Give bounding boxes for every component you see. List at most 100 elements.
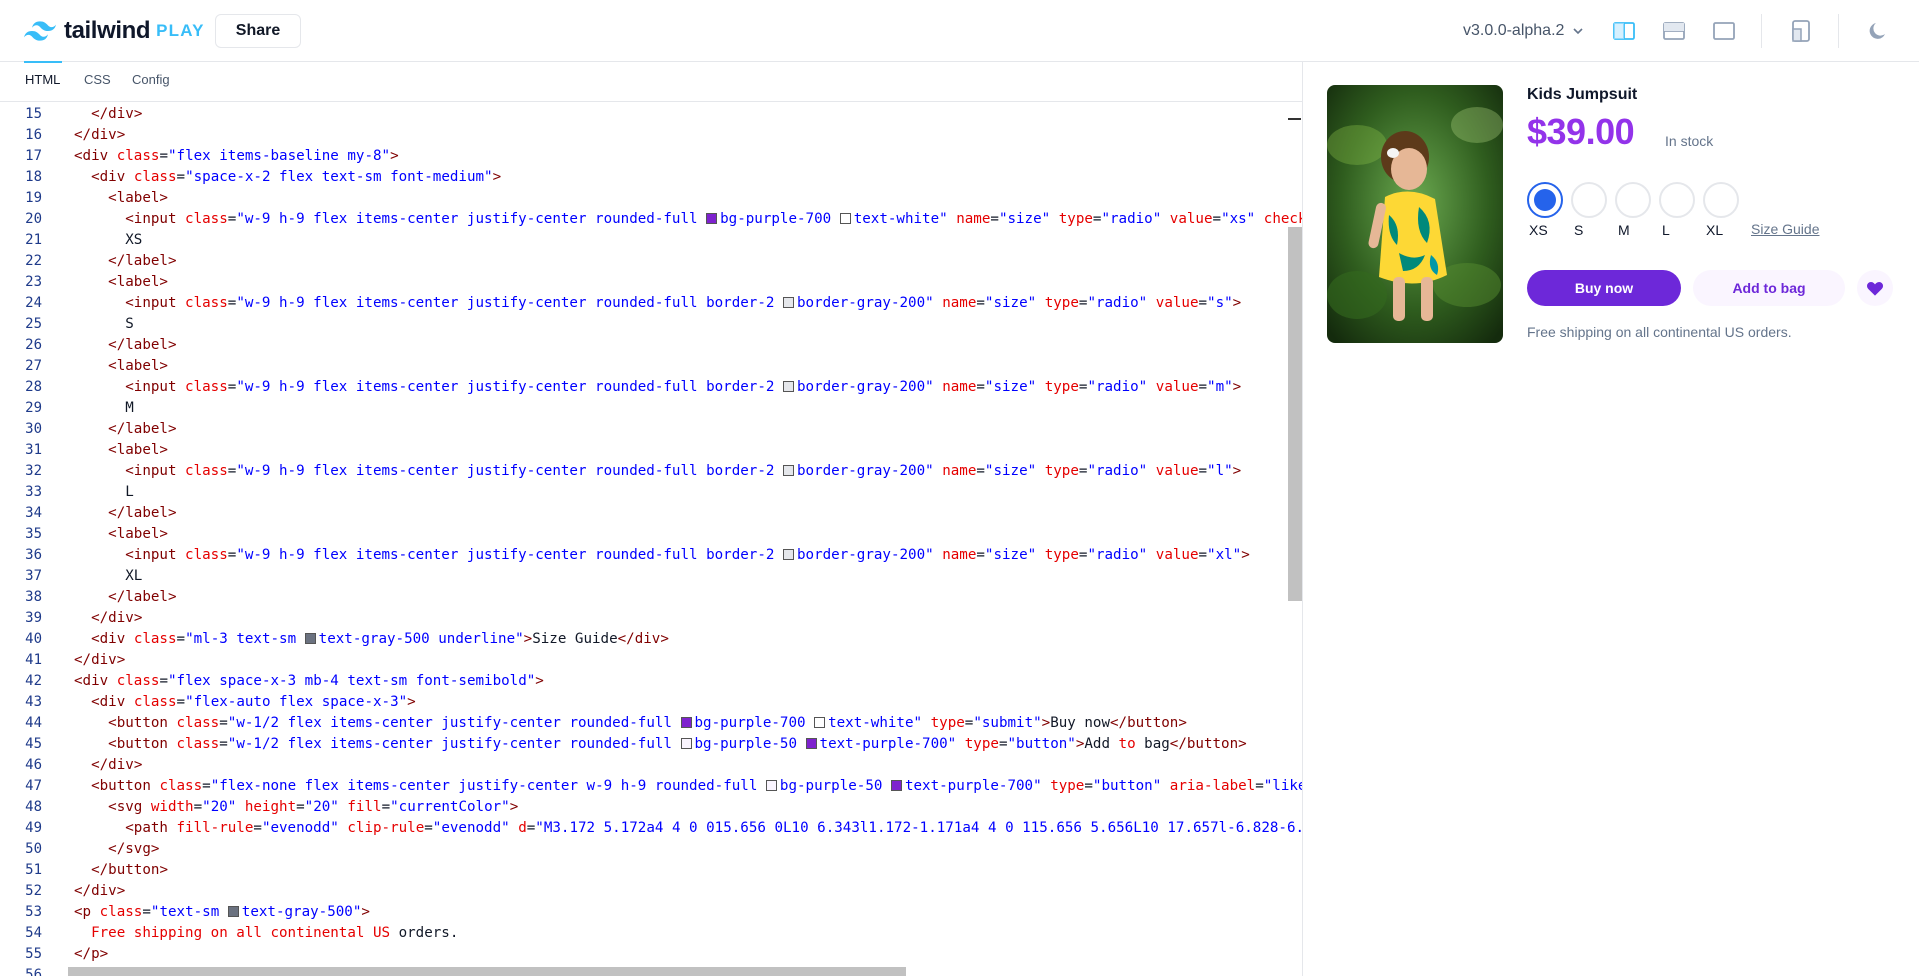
code-line[interactable]: </div> <box>74 104 142 125</box>
responsive-icon[interactable] <box>1788 18 1814 44</box>
code-line[interactable]: Free shipping on all continental US orde… <box>74 923 458 944</box>
code-line[interactable]: <button class="flex-none flex items-cent… <box>74 776 1302 797</box>
code-line[interactable]: <button class="w-1/2 flex items-center j… <box>74 713 1187 734</box>
code-line[interactable]: <input class="w-9 h-9 flex items-center … <box>74 461 1241 482</box>
code-line[interactable]: XL <box>74 566 142 587</box>
tailwind-play-logo[interactable]: tailwind PLAY <box>24 17 205 44</box>
line-number: 39 <box>25 610 42 626</box>
logo-play-badge: PLAY <box>156 21 205 40</box>
code-line[interactable]: </div> <box>74 755 142 776</box>
code-line[interactable]: </div> <box>74 650 125 671</box>
line-number: 26 <box>25 337 42 353</box>
like-button[interactable] <box>1857 270 1893 306</box>
code-line[interactable]: <input class="w-9 h-9 flex items-center … <box>74 545 1250 566</box>
split-vertical-icon[interactable] <box>1661 18 1687 44</box>
line-number: 20 <box>25 211 42 227</box>
chevron-down-icon <box>1573 28 1583 35</box>
line-number: 36 <box>25 547 42 563</box>
tab-config[interactable]: Config <box>132 62 170 102</box>
tab-css[interactable]: CSS <box>84 62 111 102</box>
line-number: 40 <box>25 631 42 647</box>
code-line[interactable]: S <box>74 314 134 335</box>
version-label: v3.0.0-alpha.2 <box>1463 22 1565 39</box>
code-line[interactable]: M <box>74 398 134 419</box>
code-line[interactable]: </div> <box>74 608 142 629</box>
shipping-note: Free shipping on all continental US orde… <box>1527 324 1792 340</box>
line-number: 38 <box>25 589 42 605</box>
tab-html[interactable]: HTML <box>25 62 60 102</box>
size-radio-l[interactable] <box>1659 182 1695 218</box>
code-line[interactable]: <p class="text-sm text-gray-500"> <box>74 902 370 923</box>
line-number: 41 <box>25 652 42 668</box>
line-number: 48 <box>25 799 42 815</box>
code-line[interactable]: </div> <box>74 881 125 902</box>
preview-pane: Kids Jumpsuit $39.00 In stock XS S M L X… <box>1303 62 1919 976</box>
size-radio-xs[interactable] <box>1527 182 1563 218</box>
code-line[interactable]: <div class="flex items-baseline my-8"> <box>74 146 399 167</box>
code-line[interactable]: </p> <box>74 944 108 965</box>
size-option-m[interactable]: M <box>1615 182 1651 238</box>
code-line[interactable]: <input class="w-9 h-9 flex items-center … <box>74 293 1241 314</box>
code-line[interactable]: </svg> <box>74 839 159 860</box>
line-number: 34 <box>25 505 42 521</box>
size-option-s[interactable]: S <box>1571 182 1607 238</box>
code-line[interactable]: </label> <box>74 251 176 272</box>
code-line[interactable]: XS <box>74 230 142 251</box>
size-radio-s[interactable] <box>1571 182 1607 218</box>
code-line[interactable]: </div> <box>74 125 125 146</box>
split-horizontal-icon[interactable] <box>1611 18 1637 44</box>
code-line[interactable]: <label> <box>74 440 168 461</box>
line-number: 19 <box>25 190 42 206</box>
line-number: 54 <box>25 925 42 941</box>
code-line[interactable]: <label> <box>74 188 168 209</box>
code-editor[interactable]: 15 16 17 18 19 20 21 22 23 24 25 26 27 28 29 30 31 32 33 34… <box>0 103 1302 976</box>
stock-status: In stock <box>1665 133 1714 149</box>
line-number: 43 <box>25 694 42 710</box>
line-number: 51 <box>25 862 42 878</box>
code-line[interactable]: <button class="w-1/2 flex items-center j… <box>74 734 1247 755</box>
code-line[interactable]: <div class="space-x-2 flex text-sm font-… <box>74 167 501 188</box>
code-line[interactable]: <input class="w-9 h-9 flex items-center … <box>74 209 1302 230</box>
code-line[interactable]: <label> <box>74 356 168 377</box>
dark-mode-moon-icon[interactable] <box>1865 18 1891 44</box>
line-number: 32 <box>25 463 42 479</box>
size-label-xs: XS <box>1529 222 1548 238</box>
code-line[interactable]: </label> <box>74 587 176 608</box>
code-line[interactable]: <svg width="20" height="20" fill="curren… <box>74 797 518 818</box>
line-number: 21 <box>25 232 42 248</box>
code-line[interactable]: <label> <box>74 272 168 293</box>
preview-only-icon[interactable] <box>1711 18 1737 44</box>
code-line[interactable]: <path fill-rule="evenodd" clip-rule="eve… <box>74 818 1302 839</box>
size-radio-m[interactable] <box>1615 182 1651 218</box>
code-line[interactable]: </label> <box>74 335 176 356</box>
add-to-bag-button[interactable]: Add to bag <box>1693 270 1845 306</box>
size-guide-link[interactable]: Size Guide <box>1751 221 1819 237</box>
size-radio-xl[interactable] <box>1703 182 1739 218</box>
line-number: 15 <box>25 106 42 122</box>
version-select[interactable]: v3.0.0-alpha.2 <box>1463 20 1584 42</box>
line-number: 25 <box>25 316 42 332</box>
line-number: 16 <box>25 127 42 143</box>
code-line[interactable]: </label> <box>74 503 176 524</box>
line-number: 23 <box>25 274 42 290</box>
size-option-xl[interactable]: XL <box>1703 182 1739 238</box>
line-number: 37 <box>25 568 42 584</box>
size-label-xl: XL <box>1706 222 1724 238</box>
buy-now-button[interactable]: Buy now <box>1527 270 1681 306</box>
share-button[interactable]: Share <box>215 14 301 48</box>
code-line[interactable]: <div class="flex-auto flex space-x-3"> <box>74 692 416 713</box>
code-line[interactable]: <div class="ml-3 text-sm text-gray-500 u… <box>74 629 669 650</box>
vertical-scrollbar-thumb[interactable] <box>1288 227 1302 601</box>
size-option-xs[interactable]: XS <box>1527 182 1563 238</box>
code-line[interactable]: </label> <box>74 419 176 440</box>
code-line[interactable]: L <box>74 482 134 503</box>
code-line[interactable]: <label> <box>74 524 168 545</box>
code-line[interactable]: <div class="flex space-x-3 mb-4 text-sm … <box>74 671 544 692</box>
top-bar: tailwind PLAY Share v3.0.0-alpha.2 <box>0 0 1919 62</box>
horizontal-scrollbar-thumb[interactable] <box>68 967 906 976</box>
product-price: $39.00 <box>1527 111 1635 152</box>
line-number: 49 <box>25 820 42 836</box>
code-line[interactable]: </button> <box>74 860 168 881</box>
code-line[interactable]: <input class="w-9 h-9 flex items-center … <box>74 377 1241 398</box>
size-option-l[interactable]: L <box>1659 182 1695 238</box>
